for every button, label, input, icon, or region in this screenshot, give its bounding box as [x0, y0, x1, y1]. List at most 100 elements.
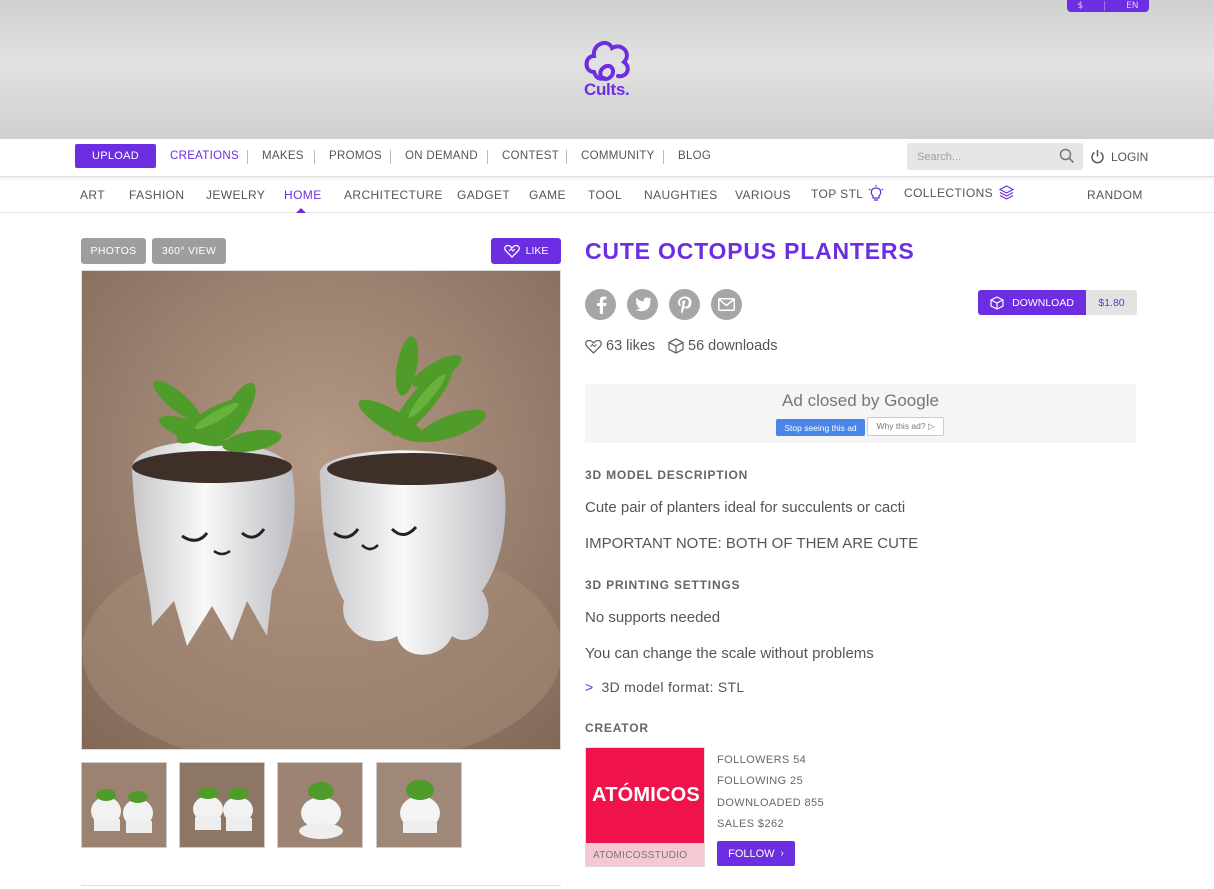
nav-on-demand[interactable]: ON DEMAND [405, 150, 478, 162]
email-share-button[interactable] [711, 289, 742, 320]
facebook-share-button[interactable] [585, 289, 616, 320]
nav-blog[interactable]: BLOG [678, 150, 711, 162]
main-product-photo[interactable] [81, 270, 561, 750]
product-title: CUTE OCTOPUS PLANTERS [585, 238, 915, 264]
gallery-thumbnail[interactable] [376, 762, 462, 848]
login-link[interactable]: LOGIN [1090, 149, 1148, 164]
creator-logo-text: ATÓMICOS [592, 784, 700, 806]
cube-icon [990, 295, 1004, 310]
heart-icon [503, 244, 520, 258]
like-button[interactable]: LIKE [491, 238, 561, 264]
nav-divider [314, 150, 315, 164]
nav-divider [566, 150, 567, 164]
power-icon [1091, 150, 1104, 164]
category-gadget[interactable]: GADGET [457, 188, 510, 202]
category-home[interactable]: HOME [284, 188, 322, 202]
email-icon [718, 298, 735, 311]
header-banner: $ EN Cults. [0, 0, 1214, 139]
ad-closed-prefix: Ad closed by [782, 391, 885, 410]
search-box [907, 143, 1083, 170]
description-heading: 3D MODEL DESCRIPTION [585, 468, 749, 482]
category-tool[interactable]: TOOL [588, 188, 622, 202]
gallery-thumbnail[interactable] [81, 762, 167, 848]
like-label: LIKE [525, 245, 549, 257]
creator-downloaded: DOWNLOADED 855 [717, 797, 825, 809]
nav-promos[interactable]: PROMOS [329, 150, 382, 162]
likes-count: 63 likes [585, 338, 655, 354]
follow-button[interactable]: FOLLOW › [717, 841, 795, 866]
nav-divider [487, 150, 488, 164]
printing-setting-line: No supports needed [585, 609, 721, 626]
ad-slot: Ad closed by Google Stop seeing this ad … [585, 384, 1136, 443]
category-various[interactable]: VARIOUS [735, 188, 791, 202]
language-selector[interactable]: EN [1126, 1, 1138, 11]
price-tag[interactable]: $1.80 [1086, 290, 1137, 315]
search-icon[interactable] [1059, 148, 1075, 164]
category-game[interactable]: GAME [529, 188, 566, 202]
twitter-share-button[interactable] [627, 289, 658, 320]
creator-card[interactable]: ATÓMICOS ATOMICOSSTUDIO [585, 747, 705, 867]
download-button[interactable]: DOWNLOAD [978, 290, 1086, 315]
nav-contest[interactable]: CONTEST [502, 150, 559, 162]
google-wordmark: Google [884, 391, 939, 410]
downloads-count: 56 downloads [668, 338, 778, 354]
top-stl-label: TOP STL [811, 187, 864, 201]
cube-icon [668, 338, 684, 354]
category-nav: ART FASHION JEWELRY HOME ARCHITECTURE GA… [0, 176, 1214, 213]
printing-setting-line: You can change the scale without problem… [585, 645, 874, 662]
gallery-thumbnail[interactable] [277, 762, 363, 848]
why-this-ad-button[interactable]: Why this ad? ▷ [867, 417, 944, 436]
pinterest-icon [677, 296, 692, 313]
divider [81, 885, 561, 886]
nav-community[interactable]: COMMUNITY [581, 150, 655, 162]
nav-creations[interactable]: CREATIONS [170, 150, 239, 162]
category-top-stl[interactable]: TOP STL [811, 185, 884, 203]
chevron-right-icon: > [585, 679, 594, 695]
upload-button[interactable]: UPLOAD [75, 144, 156, 168]
creator-heading: CREATOR [585, 721, 649, 735]
nav-divider [390, 150, 391, 164]
photos-tab[interactable]: PHOTOS [81, 238, 146, 264]
model-format: >3D model format: STL [585, 679, 744, 695]
view-360-tab[interactable]: 360° VIEW [152, 238, 226, 264]
category-fashion[interactable]: FASHION [129, 188, 184, 202]
stop-seeing-ad-button[interactable]: Stop seeing this ad [776, 419, 865, 436]
description-line: IMPORTANT NOTE: BOTH OF THEM ARE CUTE [585, 535, 919, 552]
follow-label: FOLLOW [728, 847, 775, 860]
currency-language-switcher[interactable]: $ EN [1067, 0, 1149, 12]
login-label: LOGIN [1111, 149, 1149, 164]
twitter-icon [635, 297, 651, 312]
downloads-label: 56 downloads [688, 338, 778, 354]
logo-wordmark[interactable]: Cults. [584, 80, 630, 100]
chevron-right-icon: › [780, 848, 784, 859]
search-input[interactable] [917, 149, 1057, 165]
category-art[interactable]: ART [80, 188, 105, 202]
primary-nav: UPLOAD CREATIONS MAKES PROMOS ON DEMAND … [0, 139, 1214, 176]
nav-divider [247, 150, 248, 164]
download-label: DOWNLOAD [1012, 296, 1074, 309]
switcher-divider [1104, 1, 1106, 11]
heart-icon [585, 339, 602, 354]
creator-name[interactable]: ATOMICOSSTUDIO [586, 843, 704, 866]
creator-avatar[interactable]: ATÓMICOS [586, 748, 704, 843]
gallery-thumbnail[interactable] [179, 762, 265, 848]
collections-label: COLLECTIONS [904, 185, 994, 200]
pinterest-share-button[interactable] [669, 289, 700, 320]
category-naughties[interactable]: NAUGHTIES [644, 188, 718, 202]
category-collections[interactable]: COLLECTIONS [904, 185, 1015, 200]
facebook-icon [596, 296, 606, 314]
nav-divider [663, 150, 664, 164]
layers-icon [999, 185, 1015, 200]
creator-following: FOLLOWING 25 [717, 775, 804, 787]
printing-settings-heading: 3D PRINTING SETTINGS [585, 578, 741, 592]
description-line: Cute pair of planters ideal for succulen… [585, 499, 906, 516]
active-category-caret [296, 208, 306, 213]
category-architecture[interactable]: ARCHITECTURE [344, 188, 443, 202]
nav-makes[interactable]: MAKES [262, 150, 304, 162]
creator-sales: SALES $262 [717, 818, 784, 830]
ad-closed-message: Ad closed by Google [585, 391, 1136, 411]
likes-label: 63 likes [606, 338, 656, 354]
currency-selector[interactable]: $ [1077, 1, 1083, 11]
category-jewelry[interactable]: JEWELRY [206, 188, 265, 202]
random-link[interactable]: RANDOM [1087, 188, 1143, 202]
